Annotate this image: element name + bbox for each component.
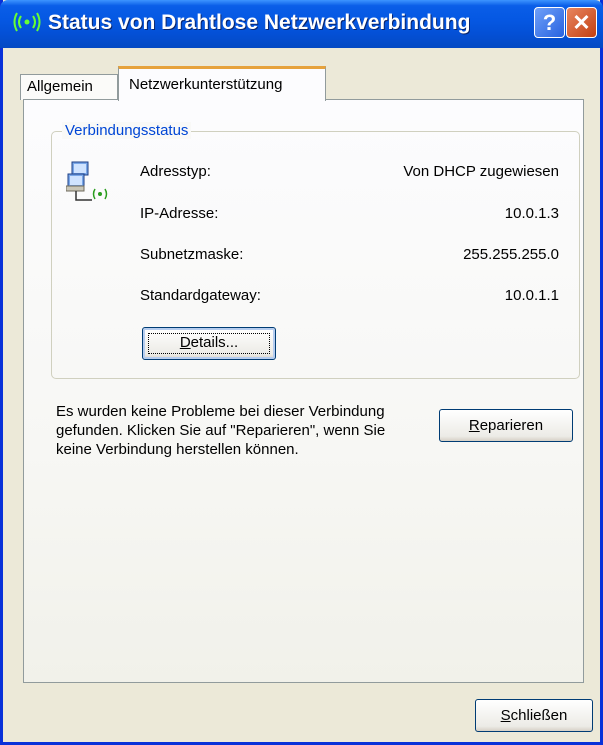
focus-rectangle <box>148 333 270 354</box>
repair-button-label: eparieren <box>479 417 544 434</box>
subnet-mask-label: Subnetzmaske: <box>140 246 244 263</box>
repair-button-mnemonic: R <box>468 417 480 434</box>
group-title: Verbindungsstatus <box>62 122 192 139</box>
wireless-network-connection-icon <box>66 161 108 201</box>
diagnosis-message: Es wurden keine Probleme bei dieser Verb… <box>56 403 386 458</box>
status-dialog: Status von Drahtlose Netzwerkverbindung … <box>0 0 603 745</box>
connection-status-group: Verbindungsstatus Adresstyp: Von DHCP zu… <box>51 122 580 379</box>
tab-allgemein[interactable]: Allgemein <box>20 74 118 100</box>
tab-panel: Verbindungsstatus Adresstyp: Von DHCP zu… <box>23 99 584 683</box>
ip-address-label: IP-Adresse: <box>140 205 219 222</box>
close-button[interactable]: Schließen <box>475 699 593 732</box>
subnet-mask-value: 255.255.255.0 <box>463 246 559 263</box>
close-window-button[interactable]: ✕ <box>566 7 597 38</box>
address-type-label: Adresstyp: <box>140 163 211 180</box>
window-title: Status von Drahtlose Netzwerkverbindung <box>48 11 471 34</box>
details-button[interactable]: Details... <box>142 327 276 360</box>
wireless-signal-icon <box>13 12 41 32</box>
close-button-label: chließen <box>510 707 568 724</box>
close-button-mnemonic: S <box>500 707 511 724</box>
tab-netzwerkunterstuetzung[interactable]: Netzwerkunterstützung <box>118 66 326 101</box>
ip-address-value: 10.0.1.3 <box>504 205 559 222</box>
default-gateway-label: Standardgateway: <box>140 287 261 304</box>
default-gateway-value: 10.0.1.1 <box>504 287 559 304</box>
repair-button[interactable]: Reparieren <box>439 409 573 442</box>
title-bar[interactable]: Status von Drahtlose Netzwerkverbindung … <box>0 0 603 48</box>
help-button[interactable]: ? <box>534 7 565 38</box>
address-type-value: Von DHCP zugewiesen <box>403 163 559 180</box>
